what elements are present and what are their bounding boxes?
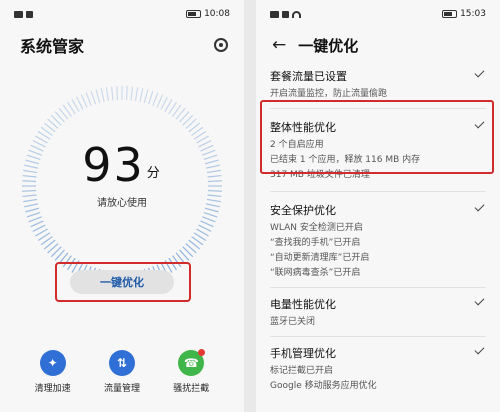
page-title: 一键优化: [298, 36, 359, 55]
phone-block-icon: ☎: [178, 349, 206, 376]
item-detail: Google 移动服务应用优化: [270, 381, 377, 391]
list-item: 手机管理优化 标记拦截已开启 Google 移动服务应用优化: [256, 337, 500, 400]
one-click-optimize-button[interactable]: 一键优化: [70, 270, 174, 294]
dial-tick: [125, 86, 128, 101]
item-detail: “联网病毒查杀”已开启: [270, 268, 361, 278]
back-arrow-icon[interactable]: ←: [272, 36, 286, 54]
dial-tick: [80, 94, 88, 108]
dial-tick: [203, 212, 218, 218]
dial-tick: [130, 86, 134, 101]
list-item: 电量性能优化 蓝牙已关闭: [256, 288, 500, 336]
broom-icon: ✦: [39, 350, 66, 376]
list-item: 安全保护优化 WLAN 安全检测已开启 “查找我的手机”已开启 “自动更新清理库…: [256, 192, 500, 287]
signal-icon: [26, 10, 33, 18]
tool-data-management[interactable]: ⇅ 流量管理: [92, 350, 152, 394]
status-time: 10:08: [204, 9, 230, 19]
status-icons-right: 15:03: [442, 9, 486, 19]
page-title: 系统管家: [20, 37, 85, 56]
dial-tick: [148, 90, 154, 105]
item-detail: 标记拦截已开启: [270, 366, 334, 376]
dial-tick: [76, 96, 84, 110]
item-detail: 蓝牙已关闭: [270, 317, 316, 327]
dial-tick: [90, 90, 96, 105]
score-unit: 分: [146, 166, 162, 181]
notification-dot: [198, 349, 206, 356]
signal-icon: [14, 10, 23, 18]
settings-gear-icon[interactable]: [214, 38, 228, 52]
status-bar: 15:03: [256, 0, 500, 28]
highlight-box: [260, 100, 494, 174]
tool-harassment-block[interactable]: ☎ 骚扰拦截: [161, 349, 221, 394]
score-value: 93: [82, 138, 145, 192]
dial-tick: [139, 88, 144, 103]
dial-tick: [152, 92, 159, 106]
dial-tick: [116, 86, 119, 101]
dial-tick: [32, 224, 46, 232]
tool-clean-boost[interactable]: ✦ 清理加速: [23, 350, 83, 394]
tool-label: 骚扰拦截: [173, 384, 210, 394]
data-arrows-icon: ⇅: [108, 350, 135, 376]
signal-icon: [282, 10, 289, 18]
tool-label: 清理加速: [34, 384, 71, 394]
signal-icon: [270, 10, 279, 18]
status-time: 15:03: [460, 9, 486, 19]
score-subtitle: 请放心使用: [97, 198, 147, 209]
dial-tick: [156, 94, 164, 108]
item-detail: “查找我的手机”已开启: [270, 238, 361, 248]
app-header: ← 一键优化: [256, 28, 500, 62]
battery-icon: [442, 10, 458, 18]
dial-tick: [85, 92, 92, 106]
dial-tick: [100, 88, 105, 103]
dial-tick: [160, 96, 168, 110]
dial-tick: [30, 220, 44, 228]
dial-tick: [143, 89, 149, 104]
wifi-icon: [292, 10, 301, 18]
status-bar: 10:08: [0, 0, 244, 28]
item-title: 手机管理优化: [270, 347, 336, 360]
dial-tick: [105, 87, 110, 102]
one-click-optimize-screen: 15:03 ← 一键优化 套餐流量已设置 开启流量监控，防止流量偷跑 整体性能优…: [256, 0, 500, 412]
tool-label: 流量管理: [103, 384, 140, 394]
system-manager-screen: 10:08 系统管家 93 分 请放心使用 一键优化 ✦ 清理加速 ⇅ 流量管理 …: [0, 0, 244, 412]
dial-tick: [198, 224, 212, 232]
dial-tick: [134, 87, 139, 102]
score-display: 93 分: [12, 138, 232, 192]
dial-tick: [28, 216, 42, 223]
item-title: 套餐流量已设置: [270, 70, 347, 83]
status-icons-left: [14, 10, 33, 18]
tool-shortcuts: ✦ 清理加速 ⇅ 流量管理 ☎ 骚扰拦截: [0, 349, 244, 394]
dial-tick: [95, 89, 101, 104]
item-title: 电量性能优化: [270, 298, 336, 311]
dial-tick: [110, 86, 114, 101]
dial-tick: [200, 220, 214, 228]
status-icons-left: [270, 10, 301, 18]
status-icons-right: 10:08: [186, 9, 230, 19]
item-title: 安全保护优化: [270, 204, 336, 217]
app-header: 系统管家: [0, 28, 244, 62]
item-detail: “自动更新清理库”已开启: [270, 253, 370, 263]
dial-tick: [202, 216, 216, 223]
dial-tick: [26, 212, 41, 218]
battery-icon: [186, 10, 202, 18]
item-detail: WLAN 安全检测已开启: [270, 223, 363, 233]
